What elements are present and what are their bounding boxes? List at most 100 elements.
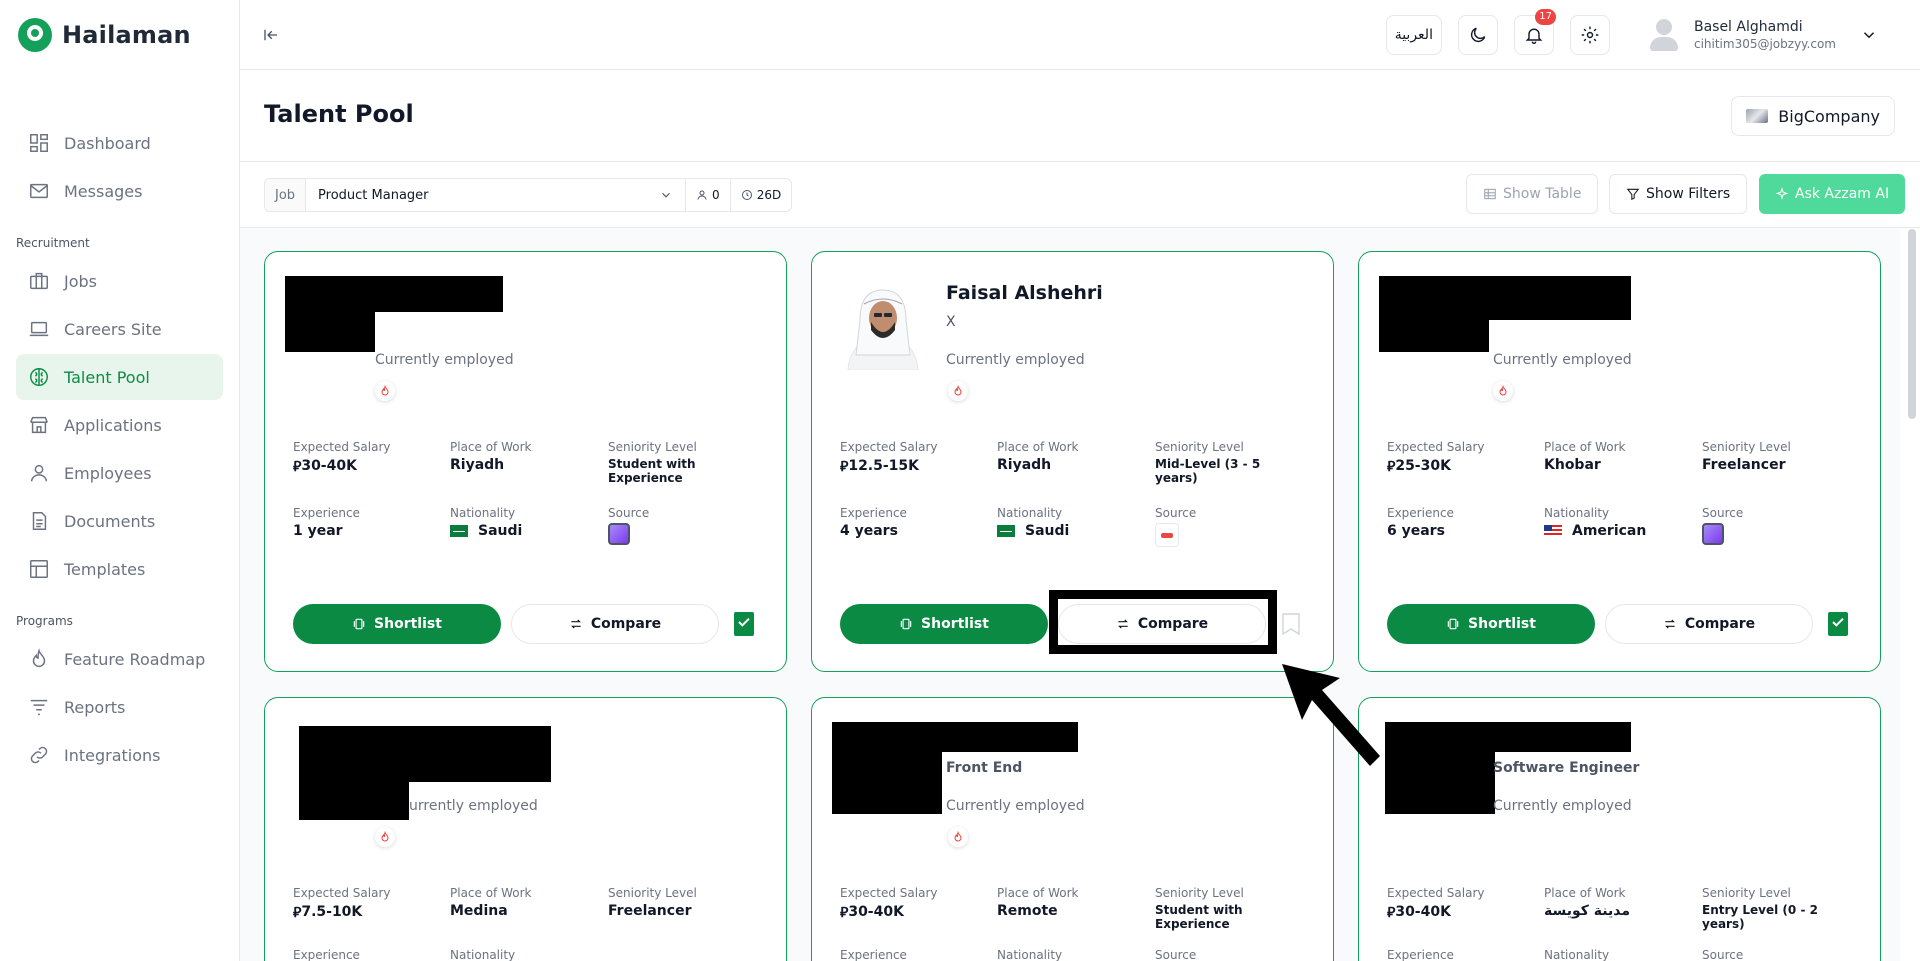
- riyal-icon: ⃁: [1387, 905, 1396, 921]
- collapse-sidebar-button[interactable]: [262, 24, 284, 46]
- salary-amount: 30-40K: [1395, 904, 1451, 920]
- sidebar-item-integrations[interactable]: Integrations: [16, 732, 223, 778]
- riyal-icon: ⃁: [840, 905, 849, 921]
- swap-icon: [570, 619, 581, 629]
- field-label: Expected Salary: [1387, 440, 1485, 454]
- moon-icon: [1470, 27, 1486, 43]
- employment-status: Currently employed: [375, 352, 514, 368]
- field-label: Seniority Level: [1702, 440, 1791, 454]
- seniority-value: Student with Experience: [608, 457, 696, 485]
- chevron-down-icon[interactable]: [1860, 26, 1878, 44]
- ask-ai-button[interactable]: Ask Azzam AI: [1759, 174, 1906, 214]
- chevron-down-icon: [662, 192, 670, 198]
- sidebar-item-talent-pool[interactable]: Talent Pool: [16, 354, 223, 400]
- sidebar-item-employees[interactable]: Employees: [16, 450, 223, 496]
- sidebar-item-jobs[interactable]: Jobs: [16, 258, 223, 304]
- flame-icon: [381, 831, 389, 842]
- saudi-flag-icon: [997, 525, 1015, 537]
- sidebar-item-reports[interactable]: Reports: [16, 684, 223, 730]
- sidebar-item-applications[interactable]: Applications: [16, 402, 223, 448]
- highlight-box: [1049, 590, 1277, 654]
- sidebar-item-dashboard[interactable]: Dashboard: [16, 120, 223, 166]
- experience-value: 6 years: [1387, 523, 1445, 539]
- salary-amount: 30-40K: [848, 904, 904, 920]
- cards-icon: [353, 618, 365, 630]
- show-filters-button[interactable]: Show Filters: [1609, 174, 1748, 214]
- nationality-value: American: [1544, 523, 1694, 539]
- language-button[interactable]: العربية: [1385, 15, 1442, 55]
- user-menu[interactable]: Basel Alghamdi cihitim305@jobzyy.com: [1648, 17, 1878, 53]
- sidebar-item-feature-roadmap[interactable]: Feature Roadmap: [16, 636, 223, 682]
- sidebar: Hailaman Dashboard Messages Recruitment …: [0, 0, 240, 961]
- bookmark-checked-button[interactable]: [1828, 612, 1848, 636]
- place-of-work-value: مدينة كويسة: [1544, 903, 1631, 919]
- nationality-value: Saudi: [997, 523, 1147, 539]
- avatar: [1648, 17, 1680, 53]
- sidebar-item-label: Talent Pool: [64, 367, 150, 387]
- bookmark-button[interactable]: [1281, 612, 1301, 636]
- sidebar-item-messages[interactable]: Messages: [16, 168, 223, 214]
- candidate-name[interactable]: Faisal Alshehri: [946, 282, 1103, 304]
- bell-icon: [1525, 28, 1543, 44]
- redacted-block: [285, 308, 375, 352]
- field-label: Place of Work: [1544, 440, 1626, 454]
- experience-value: 1 year: [293, 523, 343, 539]
- sidebar-item-documents[interactable]: Documents: [16, 498, 223, 544]
- compare-label: Compare: [590, 616, 662, 632]
- app-logo[interactable]: Hailaman: [0, 0, 239, 70]
- funnel-icon: [1626, 188, 1640, 201]
- shortlist-button[interactable]: Shortlist: [293, 604, 501, 644]
- candidate-card[interactable]: urrently employed Expected Salary ⃁ 7.5-10…: [264, 697, 787, 961]
- hot-candidate-badge: [948, 381, 968, 401]
- logo-icon: [18, 18, 52, 52]
- bookmark-checked-button[interactable]: [734, 612, 754, 636]
- field-label: Nationality: [1544, 948, 1610, 961]
- field-label: Source: [1702, 948, 1744, 961]
- dark-mode-button[interactable]: [1457, 15, 1498, 55]
- company-name: BigCompany: [1778, 106, 1880, 126]
- sidebar-item-careers-site[interactable]: Careers Site: [16, 306, 223, 352]
- shortlist-button[interactable]: Shortlist: [1387, 604, 1595, 644]
- field-label: Experience: [1387, 948, 1454, 961]
- company-logo-icon: [1746, 109, 1769, 123]
- place-of-work-value: Riyadh: [997, 457, 1052, 473]
- sidebar-section-programs: Programs: [16, 614, 73, 628]
- settings-button[interactable]: [1569, 15, 1610, 55]
- field-label: Place of Work: [450, 886, 532, 900]
- briefcase-icon: [28, 270, 50, 292]
- page-header: Talent Pool BigCompany: [240, 70, 1920, 162]
- candidate-card[interactable]: Front End Currently employed Expected Sa…: [811, 697, 1334, 961]
- field-label: Seniority Level: [1702, 886, 1791, 900]
- check-icon: [1832, 617, 1844, 627]
- sidebar-section-recruitment: Recruitment: [16, 236, 90, 250]
- compare-button[interactable]: Compare: [1605, 604, 1813, 644]
- field-label: Expected Salary: [293, 886, 391, 900]
- candidate-card[interactable]: Currently employed Expected Salary ⃁ 30-40…: [264, 251, 787, 672]
- field-label: Nationality: [1544, 506, 1610, 520]
- shortlist-label: Shortlist: [1468, 616, 1536, 632]
- job-select[interactable]: Product Manager: [306, 179, 687, 211]
- compare-button[interactable]: Compare: [511, 604, 719, 644]
- sidebar-item-label: Feature Roadmap: [64, 649, 206, 669]
- user-icon: [697, 190, 707, 200]
- sidebar-item-templates[interactable]: Templates: [16, 546, 223, 592]
- field-label: Expected Salary: [293, 440, 391, 454]
- link-icon: [28, 744, 50, 766]
- company-switcher-button[interactable]: BigCompany: [1731, 96, 1895, 136]
- notifications-button[interactable]: 17: [1513, 9, 1556, 55]
- candidate-card[interactable]: Software Engineer Currently employed Exp…: [1358, 697, 1881, 961]
- days-open: 26D: [731, 179, 792, 211]
- candidate-card[interactable]: Currently employed Expected Salary ⃁ 25-30…: [1358, 251, 1881, 672]
- flame-icon: [381, 385, 389, 396]
- nationality-value: Saudi: [450, 523, 600, 539]
- field-label: Experience: [293, 948, 360, 961]
- layout-icon: [28, 558, 50, 580]
- job-select-value: Product Manager: [318, 187, 429, 203]
- sidebar-item-label: Dashboard: [64, 133, 151, 153]
- employment-status: Currently employed: [1493, 352, 1632, 368]
- notification-badge: 17: [1535, 9, 1556, 25]
- show-table-button[interactable]: Show Table: [1466, 174, 1599, 214]
- vertical-scrollbar[interactable]: [1908, 229, 1916, 419]
- show-filters-label: Show Filters: [1646, 186, 1731, 202]
- shortlist-button[interactable]: Shortlist: [840, 604, 1048, 644]
